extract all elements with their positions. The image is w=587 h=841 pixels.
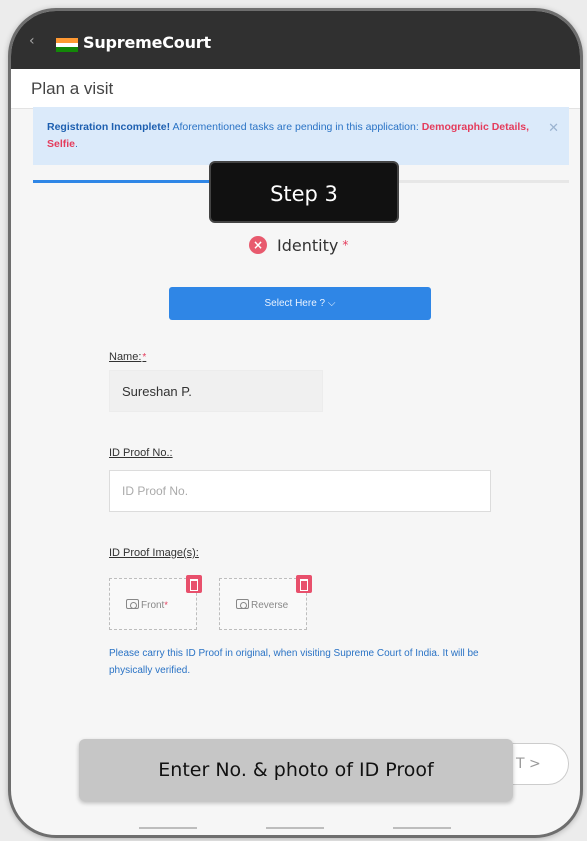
page-header: Plan a visit [11,69,580,109]
name-value: Sureshan P. [122,384,192,399]
required-marker: * [164,600,168,610]
reverse-upload-label: Reverse [236,599,288,611]
phone-frame: ‹ SupremeCourt Plan a visit Registration… [8,8,583,838]
page-title: Plan a visit [31,79,114,98]
id-proof-number-label: ID Proof No.: [109,447,173,459]
trash-icon[interactable] [296,575,312,593]
front-label-text: Front [141,600,165,611]
close-icon[interactable]: ✕ [548,119,559,136]
select-id-type-button[interactable]: Select Here ? ⌵ [169,287,431,320]
front-image-upload[interactable]: Front* [109,575,202,630]
nav-indicator [139,827,197,829]
id-proof-images-label: ID Proof Image(s): [109,547,199,559]
id-proof-note: Please carry this ID Proof in original, … [109,648,479,676]
reverse-label-text: Reverse [251,600,289,611]
required-marker: * [342,238,349,252]
error-x-icon: × [249,236,267,254]
reverse-image-upload[interactable]: Reverse [219,575,312,630]
step-progress-fill [33,180,213,183]
id-proof-number-input[interactable] [109,470,491,512]
app-bar: ‹ SupremeCourt [11,11,580,69]
nav-indicator [393,827,451,829]
name-label-text: Name: [109,351,142,363]
camera-icon [126,599,139,609]
back-arrow-icon[interactable]: ‹ [29,33,35,49]
required-marker: * [142,352,147,363]
front-upload-label: Front* [126,599,168,611]
registration-alert: Registration Incomplete! Aforementioned … [33,107,569,165]
instruction-caption-overlay: Enter No. & photo of ID Proof [79,739,513,801]
name-field-label: Name:* [109,351,146,363]
app-title: SupremeCourt [83,33,211,52]
system-nav-bar [11,821,580,835]
nav-indicator [266,827,324,829]
india-flag-icon [56,38,78,52]
alert-title: Registration Incomplete! [47,121,171,133]
identity-section-header: × Identity * [249,233,348,257]
identity-label: Identity [277,235,339,255]
alert-end: . [75,138,78,150]
step-overlay-badge: Step 3 [209,161,399,223]
alert-text: Aforementioned tasks are pending in this… [172,121,419,133]
camera-icon [236,599,249,609]
trash-icon[interactable] [186,575,202,593]
name-field: Sureshan P. [109,370,323,412]
